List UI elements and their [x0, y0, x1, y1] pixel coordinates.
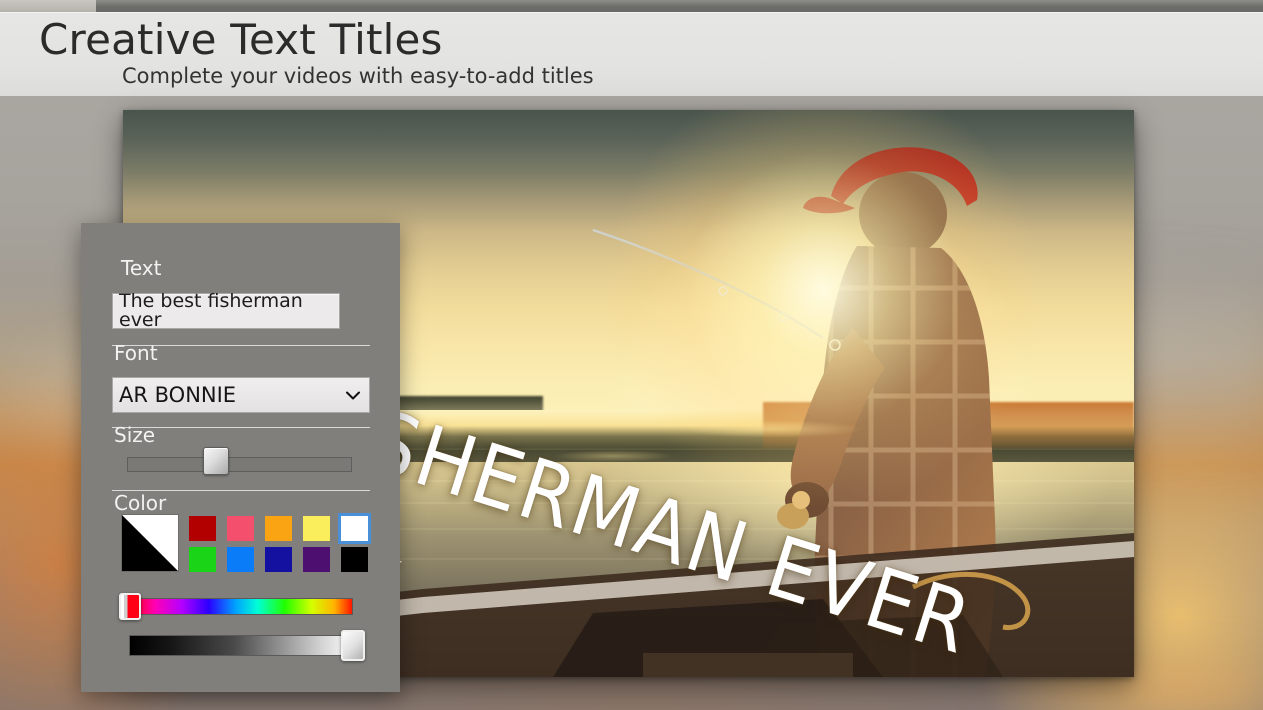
color-swatch-black[interactable]: [341, 547, 368, 572]
hue-slider-track[interactable]: [127, 598, 353, 615]
brightness-slider-track[interactable]: [129, 635, 357, 656]
app-stage: Creative Text Titles Complete your video…: [0, 0, 1263, 710]
hue-slider-thumb[interactable]: [119, 593, 141, 620]
color-section-label: Color: [114, 491, 167, 515]
color-swatch-grid: [189, 513, 381, 572]
current-color-preview[interactable]: [121, 514, 179, 572]
color-swatch-purple[interactable]: [303, 547, 330, 572]
color-swatch-white[interactable]: [338, 513, 371, 544]
size-section-label: Size: [114, 423, 156, 447]
color-swatch-orange[interactable]: [265, 516, 292, 541]
top-chrome-strip: [0, 0, 1263, 12]
brightness-slider-thumb[interactable]: [341, 630, 365, 661]
color-swatch-green[interactable]: [189, 547, 216, 572]
font-select[interactable]: AR BONNIE: [112, 377, 370, 413]
color-swatch-dark-red[interactable]: [189, 516, 216, 541]
color-swatch-pink[interactable]: [227, 516, 254, 541]
color-swatch-yellow[interactable]: [303, 516, 330, 541]
page-title: Creative Text Titles: [39, 15, 443, 64]
font-select-value: AR BONNIE: [119, 382, 237, 407]
title-text-value: The best fisherman ever: [119, 290, 303, 331]
header-band: Creative Text Titles Complete your video…: [0, 12, 1263, 97]
text-section-label: Text: [121, 256, 162, 280]
title-text-input[interactable]: The best fisherman ever: [112, 290, 340, 331]
page-subtitle: Complete your videos with easy-to-add ti…: [122, 64, 594, 88]
font-section-label: Font: [114, 341, 158, 365]
size-slider-thumb[interactable]: [203, 447, 229, 475]
color-swatch-navy[interactable]: [265, 547, 292, 572]
color-swatch-blue[interactable]: [227, 547, 254, 572]
chevron-down-icon: [346, 391, 360, 399]
size-slider-track[interactable]: [127, 457, 352, 472]
text-properties-panel: Text The best fisherman ever Font AR BON…: [81, 223, 400, 692]
